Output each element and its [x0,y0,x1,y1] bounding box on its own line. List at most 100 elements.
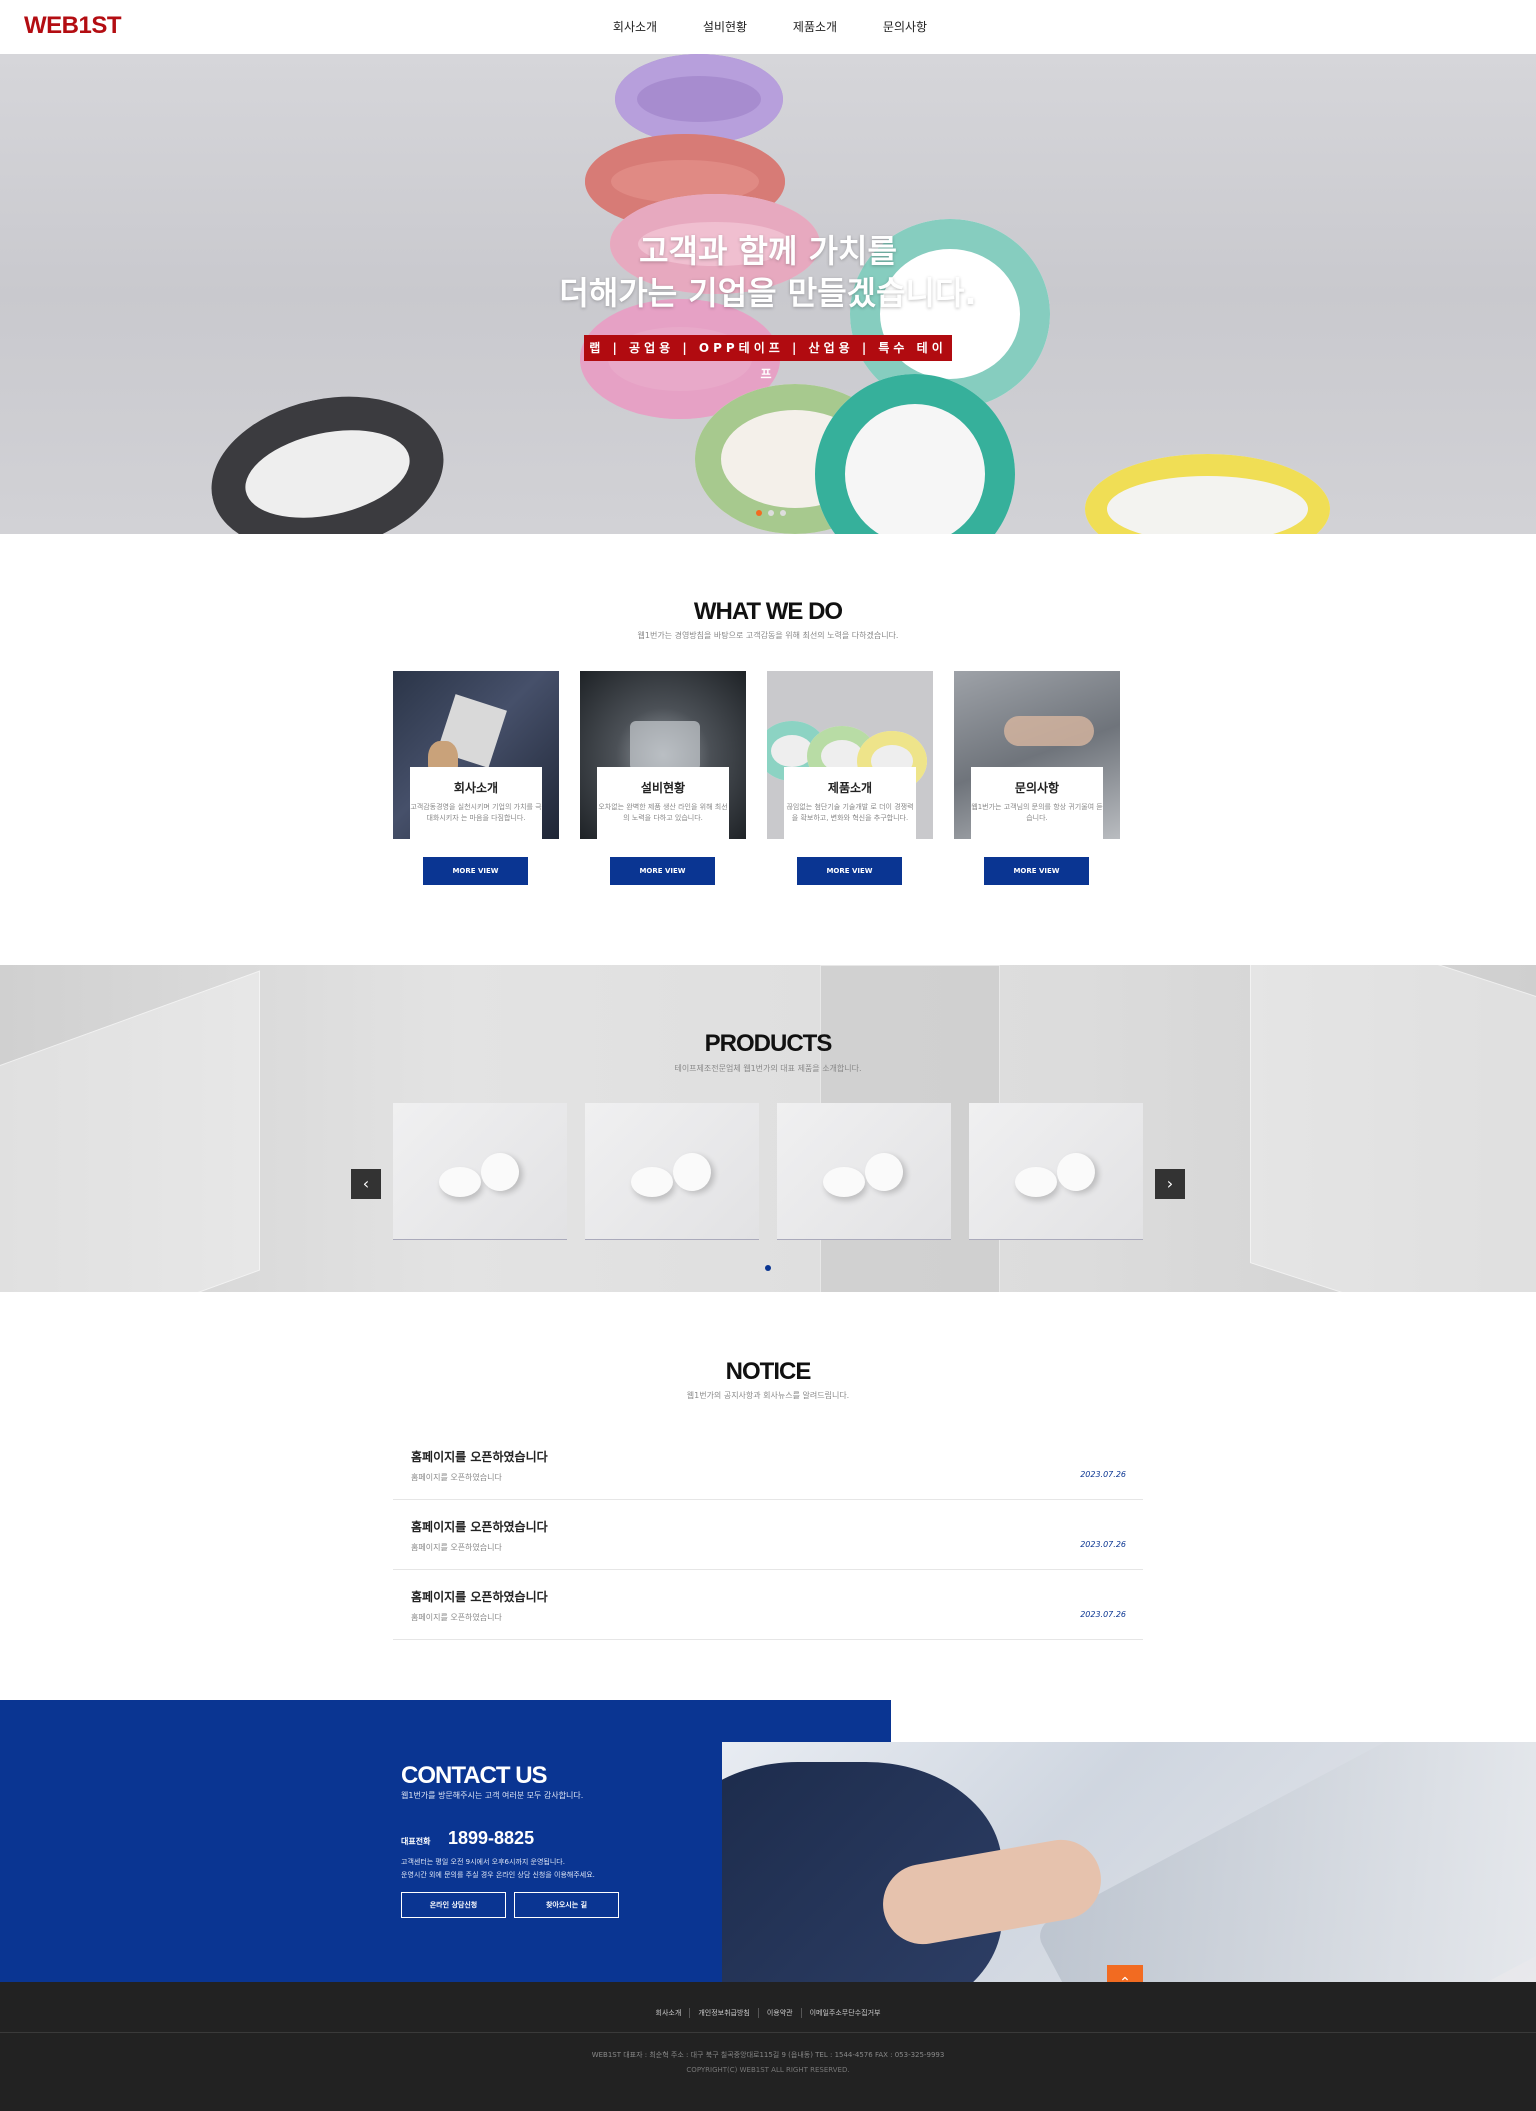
product-image [1050,1146,1102,1198]
notice-title: NOTICE [725,1358,812,1385]
contact-tel-number[interactable]: 1899-8825 [448,1828,534,1849]
contact-desc-line1: 고객센터는 평일 오전 9시에서 오후6시까지 운영됩니다. [401,1858,565,1866]
card-desc: 오차없는 완벽한 제품 생산 라인을 위해 최선의 노력을 다하고 있습니다. [598,803,728,822]
notice-item[interactable]: 홈페이지를 오픈하였습니다 홈페이지를 오픈하였습니다 2023.07.26 [393,1500,1143,1570]
product-item[interactable] [969,1103,1143,1240]
hero-banner: 고객과 함께 가치를 더해가는 기업을 만들겠습니다. 랩 | 공업용 | OP… [0,54,1536,534]
contact-accent-bar [0,1700,891,1742]
hero-dot-1[interactable] [756,510,762,516]
service-card-products: 제품소개 끊임없는 첨단기술 기술개발 로 더이 경쟁력을 확보하고, 변화와 … [767,671,933,885]
hero-image [196,376,459,534]
hero-title-line2: 더해가는 기업을 만들겠습니다. [559,274,977,312]
contact-image [722,1742,1536,1982]
notice-item-summary: 홈페이지를 오픈하였습니다 [411,1613,502,1622]
notice-item-date: 2023.07.26 [1080,1470,1126,1479]
service-card-company: 회사소개 고객감동경영을 실천시키며 기업의 가치를 극대화시키자 는 마음을 … [393,671,559,885]
card-title: 제품소개 [827,781,873,795]
notice-item-title[interactable]: 홈페이지를 오픈하였습니다 [411,1518,548,1535]
hero-dot-3[interactable] [780,510,786,516]
product-image [439,1167,481,1197]
notice-item[interactable]: 홈페이지를 오픈하였습니다 홈페이지를 오픈하였습니다 2023.07.26 [393,1430,1143,1500]
product-image [1015,1167,1057,1197]
site-logo[interactable]: WEB1ST [24,12,122,40]
more-view-button[interactable]: MORE VIEW [984,857,1089,885]
product-image [823,1167,865,1197]
card-title: 문의사항 [1014,781,1060,795]
notice-subtitle: 웹1번가의 공지사항과 회사뉴스를 알려드립니다. [686,1391,850,1400]
card-title: 회사소개 [453,781,499,795]
product-image [666,1146,718,1198]
hero-category-badge: 랩 | 공업용 | OPP테이프 | 산업용 | 특수 테이프 [584,335,952,381]
products-subtitle: 테이프제조전문업체 웹1번가의 대표 제품을 소개합니다. [674,1064,862,1073]
contact-desc-line2: 운영시간 외에 문의를 주실 경우 온라인 상담 신청을 이용해주세요. [401,1871,595,1879]
nav-item-equipment[interactable]: 설비현황 [680,0,770,54]
products-section: PRODUCTS 테이프제조전문업체 웹1번가의 대표 제품을 소개합니다. ‹… [0,965,1536,1292]
card-desc: 고객감동경영을 실천시키며 기업의 가치를 극대화시키자 는 마음을 다짐합니다… [410,803,542,822]
hero-pagination [756,510,786,516]
what-we-do-title: WHAT WE DO [693,598,843,625]
background-building [0,970,260,1292]
product-item[interactable] [585,1103,759,1240]
product-image [631,1167,673,1197]
more-view-button[interactable]: MORE VIEW [797,857,902,885]
card-text-box: 문의사항 웹1번가는 고객님의 문의를 항상 귀기울여 듣습니다. [971,767,1103,839]
footer-link-terms[interactable]: 이용약관 [757,2008,801,2018]
hero-image [615,54,783,144]
products-next-button[interactable]: › [1155,1169,1185,1199]
hero-image [1085,454,1330,534]
card-desc: 끊임없는 첨단기술 기술개발 로 더이 경쟁력을 확보하고, 변화와 혁신을 추… [786,803,914,822]
contact-title: CONTACT US [401,1762,548,1789]
card-desc: 웹1번가는 고객님의 문의를 항상 귀기울여 듣습니다. [971,803,1103,822]
site-footer: 회사소개 개인정보취급방침 이용약관 이메일주소무단수집거부 WEB1ST 대표… [0,1982,1536,2111]
directions-button[interactable]: 찾아오시는 길 [514,1892,619,1918]
product-item[interactable] [393,1103,567,1240]
footer-link-privacy[interactable]: 개인정보취급방침 [689,2008,758,2018]
hero-dot-2[interactable] [768,510,774,516]
service-card-inquiry: 문의사항 웹1번가는 고객님의 문의를 항상 귀기울여 듣습니다. MORE V… [954,671,1120,885]
online-consult-button[interactable]: 온라인 상담신청 [401,1892,506,1918]
footer-links: 회사소개 개인정보취급방침 이용약관 이메일주소무단수집거부 [0,2008,1536,2018]
footer-link-email-policy[interactable]: 이메일주소무단수집거부 [800,2008,889,2018]
service-card-equipment: 설비현황 오차없는 완벽한 제품 생산 라인을 위해 최선의 노력을 다하고 있… [580,671,746,885]
notice-item-title[interactable]: 홈페이지를 오픈하였습니다 [411,1448,548,1465]
service-cards: 회사소개 고객감동경영을 실천시키며 기업의 가치를 극대화시키자 는 마음을 … [393,671,1120,885]
product-image [858,1146,910,1198]
more-view-button[interactable]: MORE VIEW [610,857,715,885]
products-pagination-dot[interactable] [765,1265,771,1271]
notice-item-summary: 홈페이지를 오픈하였습니다 [411,1473,502,1482]
nav-item-inquiry[interactable]: 문의사항 [860,0,950,54]
footer-copyright: COPYRIGHT(C) WEB1ST ALL RIGHT RESERVED. [686,2066,850,2074]
main-nav: 회사소개 설비현황 제품소개 문의사항 [590,0,950,54]
card-text-box: 제품소개 끊임없는 첨단기술 기술개발 로 더이 경쟁력을 확보하고, 변화와 … [784,767,916,839]
product-image [474,1146,526,1198]
footer-divider [0,2032,1536,2033]
notice-item-date: 2023.07.26 [1080,1540,1126,1549]
products-prev-button[interactable]: ‹ [351,1169,381,1199]
hero-title-line1: 고객과 함께 가치를 [639,232,897,270]
notice-list: 홈페이지를 오픈하였습니다 홈페이지를 오픈하였습니다 2023.07.26 홈… [393,1430,1143,1640]
contact-subtitle: 웹1번가를 방문해주시는 고객 여러분 모두 감사합니다. [401,1791,584,1800]
chevron-left-icon: ‹ [362,1174,370,1193]
site-header: WEB1ST 회사소개 설비현황 제품소개 문의사항 [0,0,1536,54]
product-list [393,1103,1143,1240]
card-title: 설비현황 [640,781,686,795]
contact-description: 고객센터는 평일 오전 9시에서 오후6시까지 운영됩니다. 운영시간 외에 문… [401,1856,595,1882]
card-text-box: 회사소개 고객감동경영을 실천시키며 기업의 가치를 극대화시키자 는 마음을 … [410,767,542,839]
what-we-do-subtitle: 웹1번가는 경영방침을 바탕으로 고객감동을 위해 최선의 노력을 다하겠습니다… [637,631,899,640]
notice-item-date: 2023.07.26 [1080,1610,1126,1619]
footer-link-company[interactable]: 회사소개 [648,2008,690,2018]
product-item[interactable] [777,1103,951,1240]
more-view-button[interactable]: MORE VIEW [423,857,528,885]
hero-title: 고객과 함께 가치를 더해가는 기업을 만들겠습니다. [0,230,1536,314]
products-title: PRODUCTS [704,1030,833,1057]
notice-item-summary: 홈페이지를 오픈하였습니다 [411,1543,502,1552]
notice-item-title[interactable]: 홈페이지를 오픈하였습니다 [411,1588,548,1605]
contact-tel-label: 대표전화 [401,1837,431,1846]
footer-company-info: WEB1ST 대표자 : 최순혁 주소 : 대구 북구 칠곡중앙대로115길 9… [591,2051,945,2059]
notice-item[interactable]: 홈페이지를 오픈하였습니다 홈페이지를 오픈하였습니다 2023.07.26 [393,1570,1143,1640]
nav-item-products[interactable]: 제품소개 [770,0,860,54]
page: WEB1ST 회사소개 설비현황 제품소개 문의사항 고객과 함께 가치를 더해… [0,0,1536,2111]
nav-item-company[interactable]: 회사소개 [590,0,680,54]
chevron-right-icon: › [1166,1174,1174,1193]
contact-panel: CONTACT US 웹1번가를 방문해주시는 고객 여러분 모두 감사합니다.… [0,1742,722,1982]
